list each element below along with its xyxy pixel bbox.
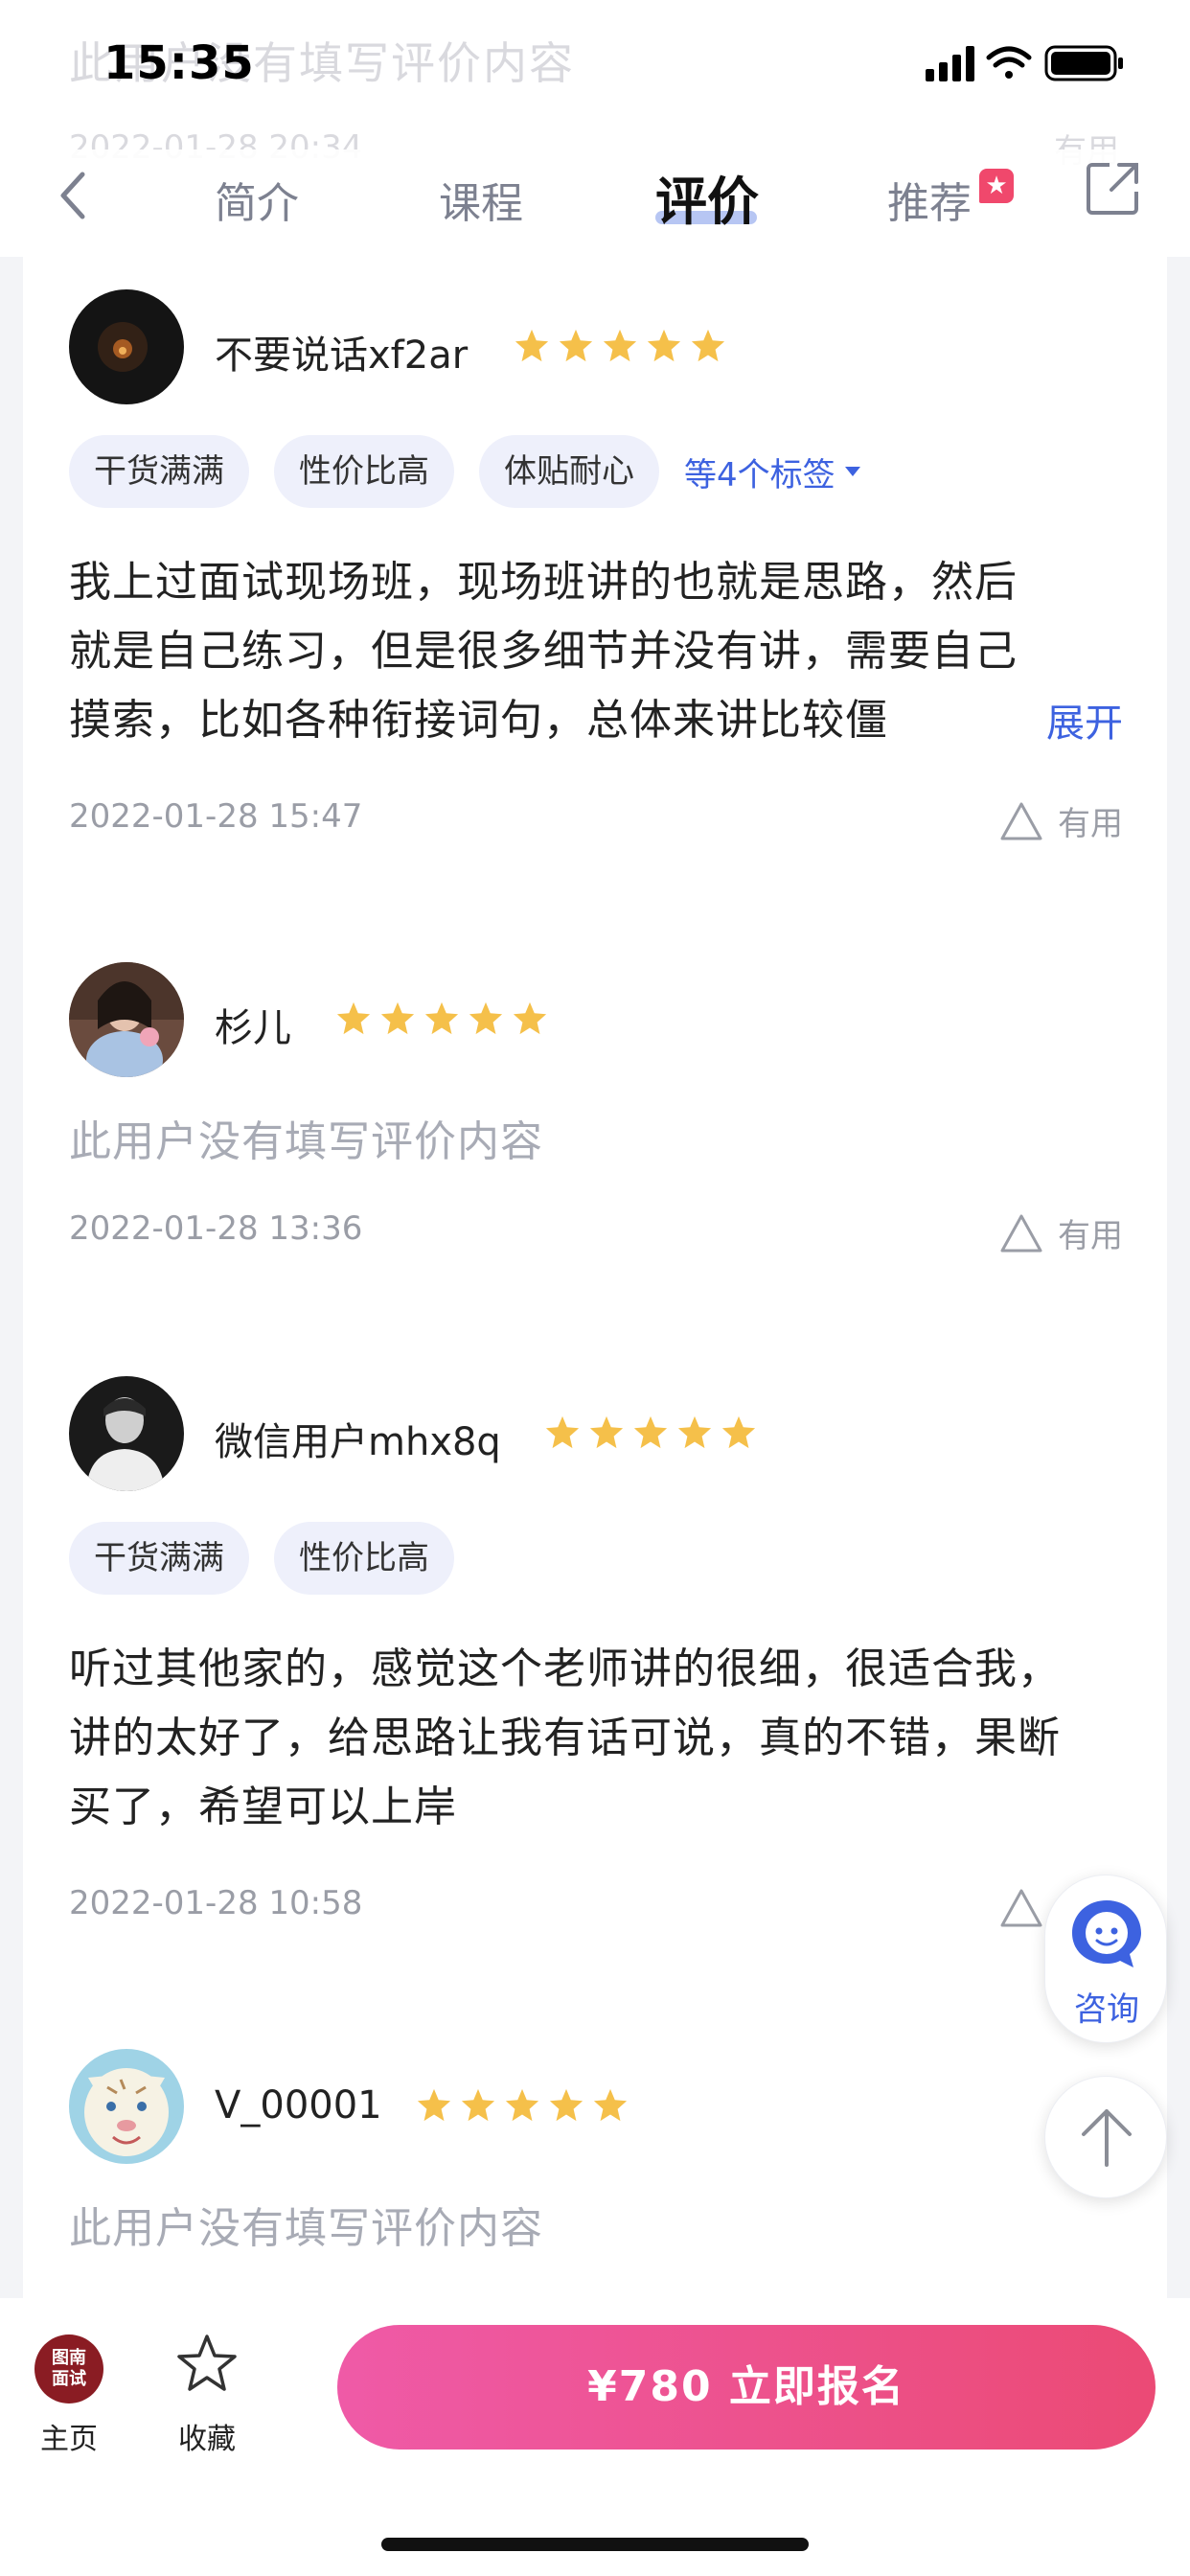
favorite-label[interactable]: 收藏 xyxy=(178,2415,236,2457)
consult-button[interactable]: 咨询 xyxy=(1044,1874,1167,2043)
star-icon xyxy=(380,1001,415,1035)
triangle-icon xyxy=(1000,802,1042,840)
star-icon xyxy=(424,1001,459,1035)
triangle-icon xyxy=(1000,1889,1042,1926)
home-logo-text: 图南 面试 xyxy=(52,2348,86,2389)
star-icon xyxy=(336,1001,371,1035)
star-outline-icon[interactable] xyxy=(176,2333,238,2394)
useful-label: 有用 xyxy=(1058,1217,1123,1255)
review-meta: 2022-01-28 13:36 有用 xyxy=(69,1209,1123,1257)
review-text: 听过其他家的，感觉这个老师讲的很细，很适合我，讲的太好了，给思路让我有话可说，真… xyxy=(69,1644,1061,1831)
back-to-top-button[interactable] xyxy=(1044,2076,1167,2198)
useful-button[interactable]: 有用 xyxy=(998,1209,1123,1256)
review-tags: 干货满满 性价比高 xyxy=(69,1522,454,1595)
tab-intro[interactable]: 简介 xyxy=(215,169,299,230)
enroll-button[interactable]: ¥780 立即报名 xyxy=(337,2325,1156,2450)
recommend-badge: ★ xyxy=(979,169,1014,203)
review-text: 我上过面试现场班，现场班讲的也就是思路，然后就是自己练习，但是很多细节并没有讲，… xyxy=(69,558,1018,745)
star-icon xyxy=(589,1415,624,1449)
username: 不要说话xf2ar xyxy=(215,334,469,378)
star-icon xyxy=(721,1415,756,1449)
status-icons xyxy=(926,45,1123,81)
star-icon xyxy=(559,329,593,362)
caret-down-icon xyxy=(844,467,860,476)
review-date: 2022-01-28 13:36 xyxy=(69,1209,363,1248)
tag: 干货满满 xyxy=(69,435,249,508)
avatar[interactable] xyxy=(69,962,184,1077)
tab-recommend[interactable]: 推荐 xyxy=(887,169,972,230)
star-icon xyxy=(469,1001,503,1035)
star-icon xyxy=(633,1415,668,1449)
battery-icon xyxy=(1044,45,1123,81)
review-date: 2022-01-28 10:58 xyxy=(69,1884,363,1922)
triangle-icon xyxy=(1000,1214,1042,1252)
useful-label: 有用 xyxy=(1058,805,1123,843)
username: V_00001 xyxy=(215,2083,382,2128)
status-time: 15:35 xyxy=(103,36,255,90)
tab-course[interactable]: 课程 xyxy=(439,169,523,230)
tag: 性价比高 xyxy=(274,1522,454,1595)
star-icon xyxy=(461,2088,495,2122)
star-icon xyxy=(647,329,681,362)
star-icon xyxy=(691,329,725,362)
more-tags-toggle[interactable]: 等4个标签 xyxy=(684,448,862,495)
tag: 性价比高 xyxy=(274,435,454,508)
star-icon xyxy=(505,2088,539,2122)
star-icon xyxy=(593,2088,628,2122)
review-text: 此用户没有填写评价内容 xyxy=(69,2204,543,2253)
back-icon[interactable] xyxy=(48,161,100,230)
more-tags-label: 等4个标签 xyxy=(684,455,835,494)
star-icon xyxy=(677,1415,712,1449)
review-date: 2022-01-28 15:47 xyxy=(69,797,363,836)
review-meta: 2022-01-28 10:58 有用 xyxy=(69,1884,1123,1932)
avatar[interactable] xyxy=(69,289,184,404)
star-icon xyxy=(545,1415,580,1449)
rating-stars xyxy=(335,1000,548,1037)
review-text: 此用户没有填写评价内容 xyxy=(69,1117,543,1166)
username: 微信用户mhx8q xyxy=(215,1420,501,1464)
consult-label: 咨询 xyxy=(1074,1990,1139,2029)
tab-reviews[interactable]: 评价 xyxy=(655,159,759,235)
expand-link[interactable]: 展开 xyxy=(1046,692,1123,748)
rating-stars xyxy=(544,1414,757,1451)
tag: 体贴耐心 xyxy=(479,435,659,508)
rating-stars xyxy=(514,328,726,364)
share-icon[interactable] xyxy=(1085,159,1142,217)
star-icon xyxy=(549,2088,584,2122)
tag: 干货满满 xyxy=(69,1522,249,1595)
review-tags: 干货满满 性价比高 体贴耐心 等4个标签 xyxy=(69,435,862,508)
avatar[interactable] xyxy=(69,2049,184,2164)
review-meta: 2022-01-28 15:47 有用 xyxy=(69,797,1123,845)
bottom-bar: 图南 面试 主页 收藏 ¥780 立即报名 xyxy=(0,2298,1190,2576)
signal-icon xyxy=(926,46,974,81)
arrow-up-icon xyxy=(1082,2109,1132,2167)
wifi-icon xyxy=(986,46,1032,79)
useful-button[interactable]: 有用 xyxy=(998,797,1123,844)
star-icon xyxy=(515,329,549,362)
home-label[interactable]: 主页 xyxy=(40,2415,98,2457)
nav-bar: 简介 课程 评价 推荐 ★ xyxy=(0,150,1190,257)
home-logo[interactable]: 图南 面试 xyxy=(34,2334,103,2404)
avatar[interactable] xyxy=(69,1376,184,1491)
status-bar: 15:35 xyxy=(0,0,1190,134)
customer-service-icon xyxy=(1072,1900,1141,1967)
home-indicator xyxy=(381,2538,809,2551)
rating-stars xyxy=(416,2087,629,2124)
username: 杉儿 xyxy=(215,1006,291,1050)
star-icon xyxy=(417,2088,451,2122)
star-icon xyxy=(603,329,637,362)
star-icon xyxy=(513,1001,547,1035)
